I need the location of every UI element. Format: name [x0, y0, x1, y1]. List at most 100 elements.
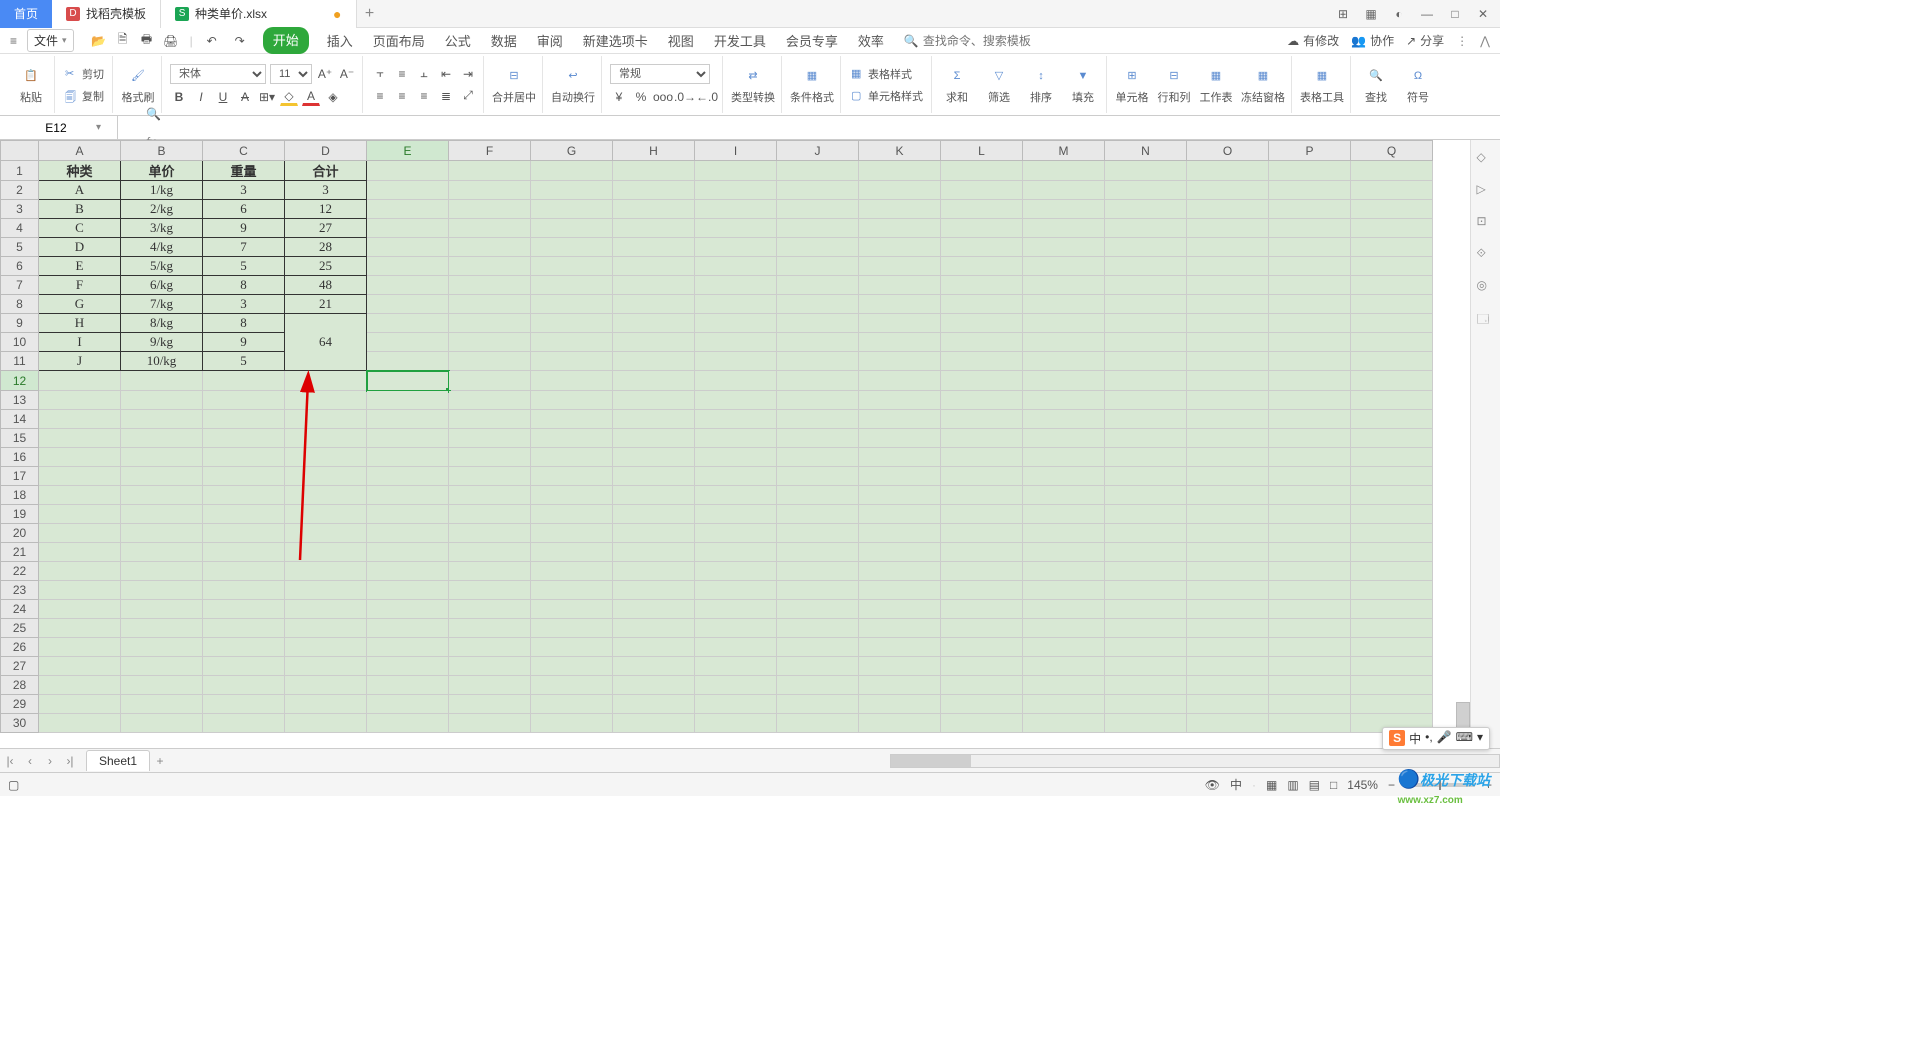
- cell[interactable]: [695, 505, 777, 524]
- cell[interactable]: [531, 695, 613, 714]
- cell[interactable]: [39, 657, 121, 676]
- cell[interactable]: [1023, 619, 1105, 638]
- sort-button[interactable]: ↕排序: [1024, 65, 1058, 105]
- cell[interactable]: [1269, 295, 1351, 314]
- dec-decimal-icon[interactable]: ←.0: [698, 88, 716, 106]
- cell[interactable]: [941, 333, 1023, 352]
- row-header[interactable]: 25: [1, 619, 39, 638]
- cell[interactable]: [1023, 562, 1105, 581]
- cell[interactable]: [1269, 276, 1351, 295]
- cell[interactable]: [121, 486, 203, 505]
- row-header[interactable]: 5: [1, 238, 39, 257]
- cell[interactable]: [1105, 391, 1187, 410]
- cell[interactable]: [941, 657, 1023, 676]
- cell[interactable]: [1105, 219, 1187, 238]
- menu-tab-5[interactable]: 审阅: [535, 27, 565, 54]
- select-all-corner[interactable]: [1, 141, 39, 161]
- cell[interactable]: [1269, 543, 1351, 562]
- row-header[interactable]: 7: [1, 276, 39, 295]
- cell[interactable]: [531, 581, 613, 600]
- cell[interactable]: [859, 524, 941, 543]
- cell[interactable]: [1187, 524, 1269, 543]
- cell[interactable]: [1269, 695, 1351, 714]
- format-painter-button[interactable]: 🖌格式刷: [121, 65, 155, 105]
- minimize-button[interactable]: —: [1418, 5, 1436, 23]
- cell[interactable]: [39, 676, 121, 695]
- cell[interactable]: [859, 352, 941, 371]
- cell[interactable]: [941, 714, 1023, 733]
- cell[interactable]: [1023, 505, 1105, 524]
- cell[interactable]: [449, 714, 531, 733]
- cell[interactable]: 5: [203, 352, 285, 371]
- row-header[interactable]: 28: [1, 676, 39, 695]
- strike-button[interactable]: A: [236, 88, 254, 106]
- cell[interactable]: [695, 486, 777, 505]
- cell[interactable]: [941, 295, 1023, 314]
- cell[interactable]: [777, 581, 859, 600]
- cell[interactable]: [1187, 505, 1269, 524]
- cell[interactable]: [1351, 161, 1433, 181]
- cell[interactable]: [941, 371, 1023, 391]
- cell[interactable]: [121, 410, 203, 429]
- cell[interactable]: [695, 638, 777, 657]
- cell[interactable]: [531, 429, 613, 448]
- cell[interactable]: [531, 505, 613, 524]
- col-header[interactable]: J: [777, 141, 859, 161]
- increase-font-icon[interactable]: A⁺: [316, 65, 334, 83]
- row-header[interactable]: 15: [1, 429, 39, 448]
- cell[interactable]: [777, 543, 859, 562]
- cell[interactable]: [613, 257, 695, 276]
- cell[interactable]: [203, 410, 285, 429]
- sheet-tab[interactable]: Sheet1: [86, 750, 150, 771]
- cell[interactable]: [367, 695, 449, 714]
- cond-format-button[interactable]: ▦条件格式: [790, 65, 834, 105]
- cell[interactable]: [1105, 276, 1187, 295]
- save-icon[interactable]: 🗎: [114, 32, 132, 50]
- cell[interactable]: [367, 486, 449, 505]
- cell[interactable]: [1105, 410, 1187, 429]
- cell[interactable]: [1351, 695, 1433, 714]
- side-tool-2[interactable]: ⊡: [1477, 214, 1495, 232]
- cell[interactable]: [1105, 657, 1187, 676]
- cell[interactable]: [367, 276, 449, 295]
- cell[interactable]: [1023, 391, 1105, 410]
- percent-icon[interactable]: %: [632, 88, 650, 106]
- ime-mic-icon[interactable]: 🎤: [1437, 730, 1452, 747]
- cell[interactable]: [1351, 238, 1433, 257]
- sum-button[interactable]: Σ求和: [940, 65, 974, 105]
- cell[interactable]: [613, 219, 695, 238]
- cell[interactable]: [1269, 448, 1351, 467]
- cell[interactable]: [531, 486, 613, 505]
- cell[interactable]: [1351, 429, 1433, 448]
- hamburger-icon[interactable]: ≡: [10, 34, 17, 48]
- cell[interactable]: [1105, 371, 1187, 391]
- cell[interactable]: [449, 295, 531, 314]
- cell[interactable]: [859, 467, 941, 486]
- cell[interactable]: [121, 638, 203, 657]
- row-header[interactable]: 16: [1, 448, 39, 467]
- cell[interactable]: [449, 638, 531, 657]
- cell[interactable]: [285, 448, 367, 467]
- maximize-button[interactable]: □: [1446, 5, 1464, 23]
- cell[interactable]: [859, 238, 941, 257]
- cell[interactable]: [39, 429, 121, 448]
- cell[interactable]: 9: [203, 333, 285, 352]
- cell[interactable]: [39, 543, 121, 562]
- row-header[interactable]: 21: [1, 543, 39, 562]
- cell[interactable]: [613, 543, 695, 562]
- cell[interactable]: [1187, 371, 1269, 391]
- cell[interactable]: [941, 429, 1023, 448]
- thousands-icon[interactable]: ооо: [654, 88, 672, 106]
- cell[interactable]: 7: [203, 238, 285, 257]
- cell[interactable]: [613, 333, 695, 352]
- cell[interactable]: [1351, 410, 1433, 429]
- cell[interactable]: [531, 219, 613, 238]
- cell[interactable]: [531, 161, 613, 181]
- cell[interactable]: [121, 429, 203, 448]
- cell[interactable]: [1023, 410, 1105, 429]
- justify-icon[interactable]: ≣: [437, 87, 455, 105]
- cell[interactable]: [1187, 181, 1269, 200]
- cell[interactable]: [859, 257, 941, 276]
- cell[interactable]: [531, 657, 613, 676]
- cell[interactable]: [1269, 676, 1351, 695]
